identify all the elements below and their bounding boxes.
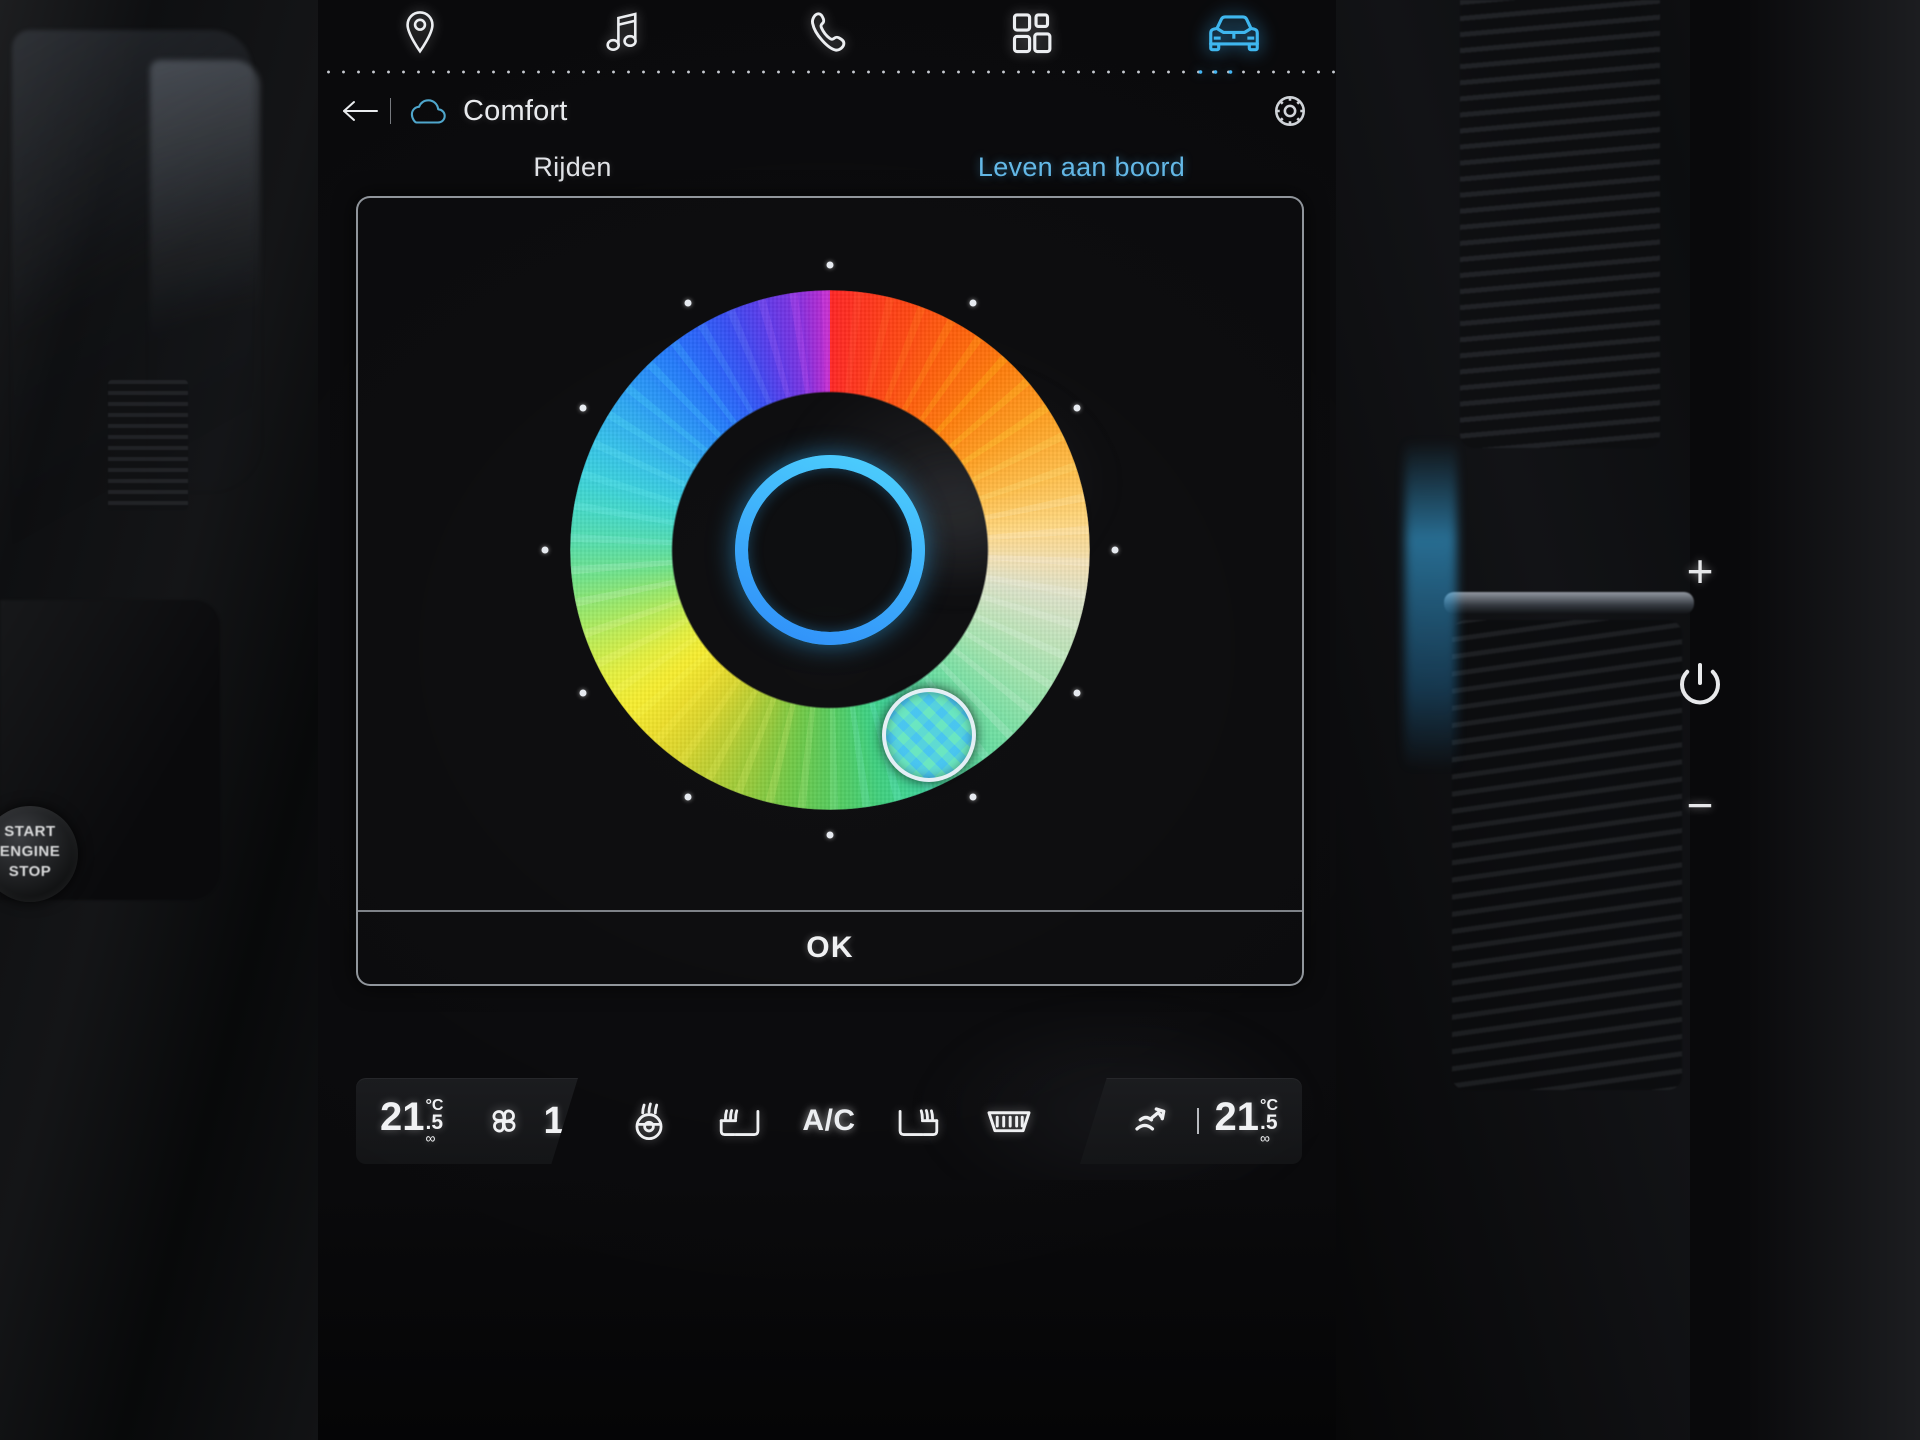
nav-item-phone[interactable]: [725, 0, 929, 70]
map-pin-icon: [401, 10, 439, 61]
nav-item-navigation[interactable]: [318, 0, 522, 70]
hue-tick-dot: [826, 831, 834, 839]
driver-temperature[interactable]: 21 °C .5 ∞: [380, 1097, 443, 1145]
heated-seat-left-button[interactable]: [710, 1097, 768, 1145]
hue-color-wheel[interactable]: [541, 261, 1119, 839]
tab-leven-aan-boord[interactable]: Leven aan boord: [827, 152, 1336, 198]
left-air-vent: [108, 380, 188, 510]
music-note-icon: [603, 10, 643, 61]
hue-tick-dot: [684, 299, 691, 307]
link-icon: ∞: [1260, 1130, 1270, 1146]
color-preview-ring-tint: [735, 455, 925, 645]
gear-icon[interactable]: [1266, 87, 1314, 135]
climate-control-bar: 21 °C .5 ∞ 1 A/C 21 °C .5 ∞: [356, 1078, 1302, 1164]
nav-item-media[interactable]: [522, 0, 726, 70]
back-button[interactable]: [336, 87, 384, 135]
hue-tick-dot: [579, 689, 587, 696]
hue-tick-dot: [1073, 689, 1081, 696]
climate-pod-driver: 21 °C .5 ∞ 1: [356, 1078, 578, 1164]
hue-tick-dot: [826, 261, 834, 269]
heated-seat-right-button[interactable]: [890, 1097, 948, 1145]
power-button[interactable]: [1676, 658, 1724, 708]
hue-tick-dot: [969, 793, 976, 801]
airflow-direction-button[interactable]: [1123, 1097, 1181, 1145]
volume-down-button[interactable]: −: [1672, 782, 1728, 828]
fan-speed-value: 1: [543, 1100, 565, 1142]
comfort-tabs: Rijden Leven aan boord: [318, 152, 1336, 198]
tab-rijden[interactable]: Rijden: [318, 152, 827, 198]
screen-lower-area: [318, 1180, 1336, 1440]
nav-active-indicator-dots: [1190, 64, 1242, 74]
ok-button[interactable]: OK: [806, 931, 853, 965]
hue-tick-dot: [1111, 546, 1119, 554]
color-selector-handle[interactable]: [881, 688, 976, 783]
fan-icon: [475, 1097, 533, 1145]
nav-item-apps[interactable]: [929, 0, 1133, 70]
color-picker-dialog: OK: [356, 196, 1304, 986]
right-air-vent-lower: [1452, 620, 1682, 1090]
driver-temp-integer: 21: [380, 1095, 425, 1139]
infotainment-screen: Comfort Rijden Leven aan boord OK 21 °C …: [318, 0, 1336, 1440]
color-preview-ring: [735, 455, 925, 645]
passenger-temp-integer: 21: [1214, 1095, 1260, 1139]
rear-defrost-button[interactable]: [980, 1097, 1038, 1145]
nav-dotted-rule: [318, 64, 1336, 74]
cloud-icon: [405, 91, 449, 131]
ambient-light-strip: [1405, 440, 1457, 770]
start-engine-label: START ENGINE STOP: [0, 823, 61, 880]
climate-separator: [1196, 1108, 1199, 1134]
climate-center-controls: A/C: [578, 1078, 1080, 1164]
vent-chrome-strip: [1444, 592, 1694, 614]
right-air-vent-upper: [1460, 0, 1660, 448]
fan-speed-control[interactable]: 1: [475, 1097, 565, 1145]
climate-pod-passenger: 21 °C .5 ∞: [1080, 1078, 1302, 1164]
hue-tick-dot: [969, 299, 976, 307]
page-header: Comfort: [318, 74, 1336, 148]
car-icon: [1204, 10, 1264, 61]
screenshot-root: START ENGINE STOP + − Comfort Rijden Lev…: [0, 0, 1920, 1440]
hue-tick-dot: [579, 404, 587, 411]
air-conditioning-button[interactable]: A/C: [800, 1097, 858, 1145]
passenger-temperature[interactable]: 21 °C .5 ∞: [1215, 1097, 1278, 1145]
heated-steering-wheel-button[interactable]: [620, 1097, 678, 1145]
hue-tick-dot: [684, 793, 691, 801]
ac-label: A/C: [802, 1104, 856, 1137]
nav-item-vehicle[interactable]: [1132, 0, 1336, 70]
phone-icon: [808, 10, 846, 61]
hue-tick-dot: [1073, 404, 1081, 411]
hue-tick-dot: [541, 546, 549, 554]
grid-apps-icon: [1010, 11, 1052, 60]
page-title: Comfort: [463, 94, 568, 127]
volume-up-button[interactable]: +: [1672, 548, 1728, 594]
color-picker-body: [358, 198, 1302, 910]
link-icon: ∞: [425, 1130, 436, 1146]
right-edge-shade: [1690, 0, 1920, 1440]
top-navigation-bar: [318, 0, 1336, 70]
dialog-footer: OK: [358, 912, 1302, 984]
dashboard-left-trim: [0, 0, 318, 1440]
header-separator: [390, 98, 391, 124]
